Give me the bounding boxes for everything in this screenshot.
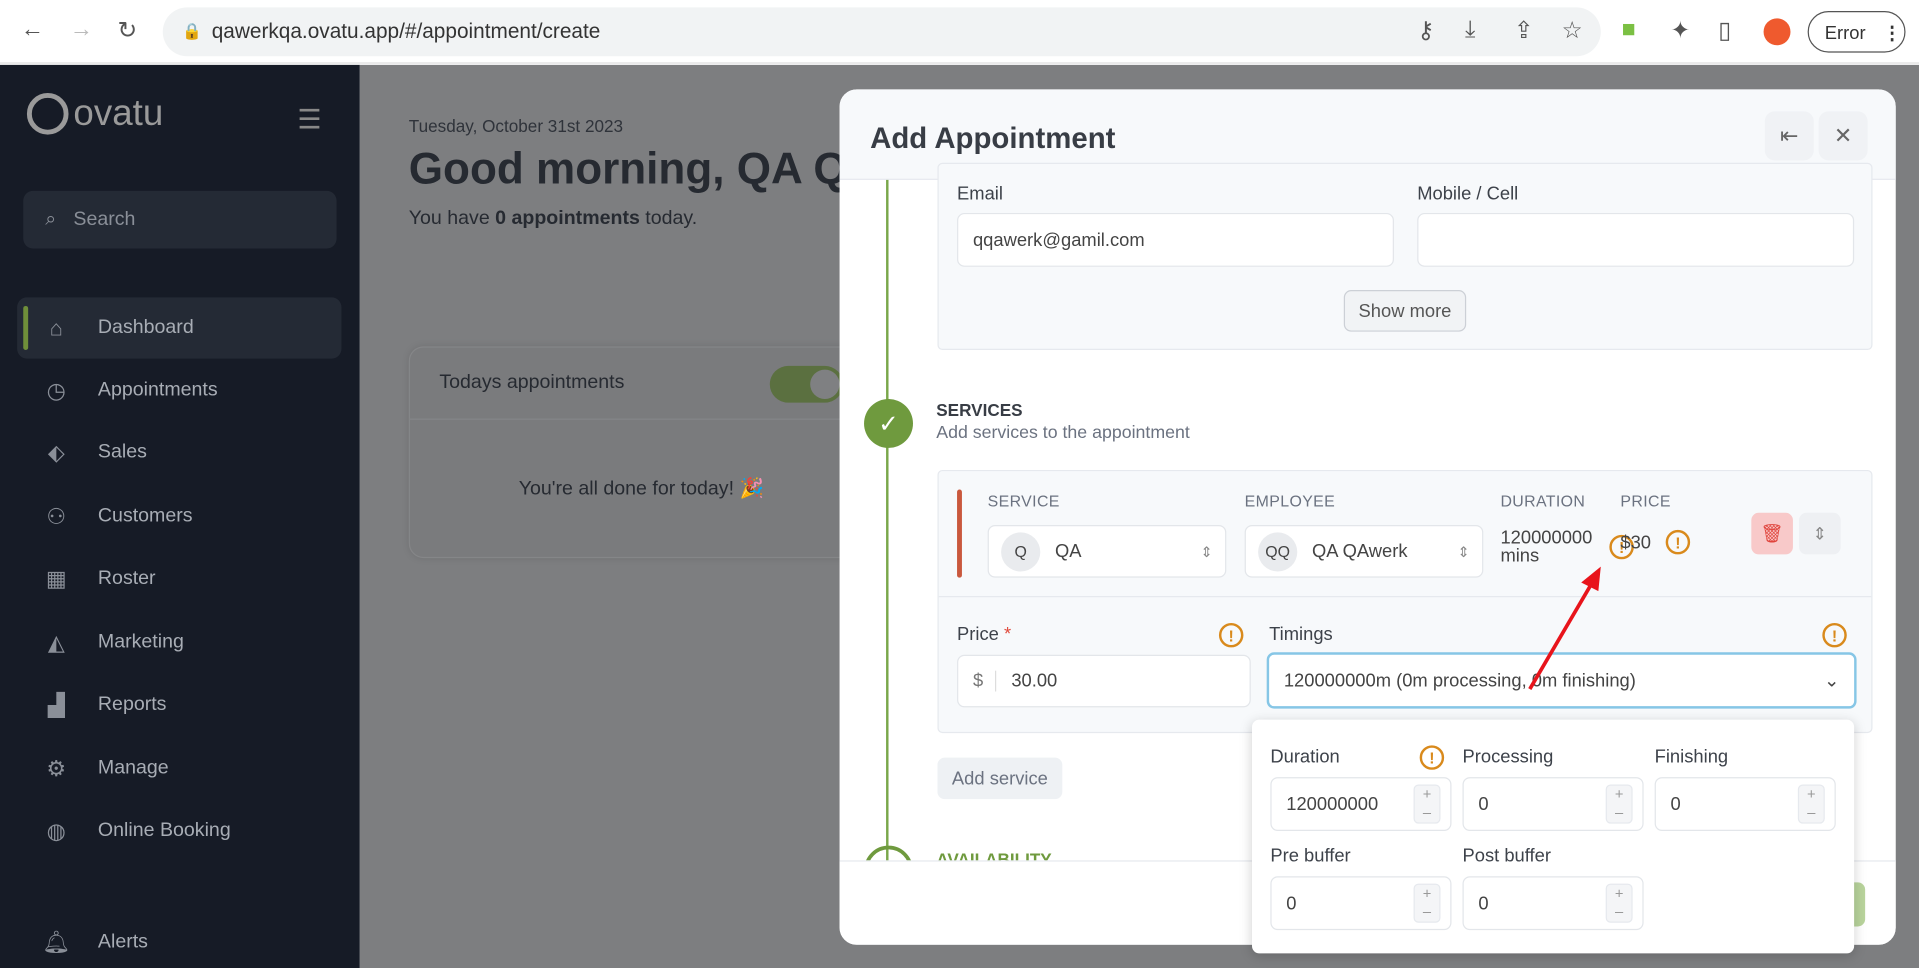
annotation-arrow xyxy=(1528,566,1601,690)
arrow-head xyxy=(1581,566,1601,592)
arrow-line xyxy=(1528,581,1594,690)
